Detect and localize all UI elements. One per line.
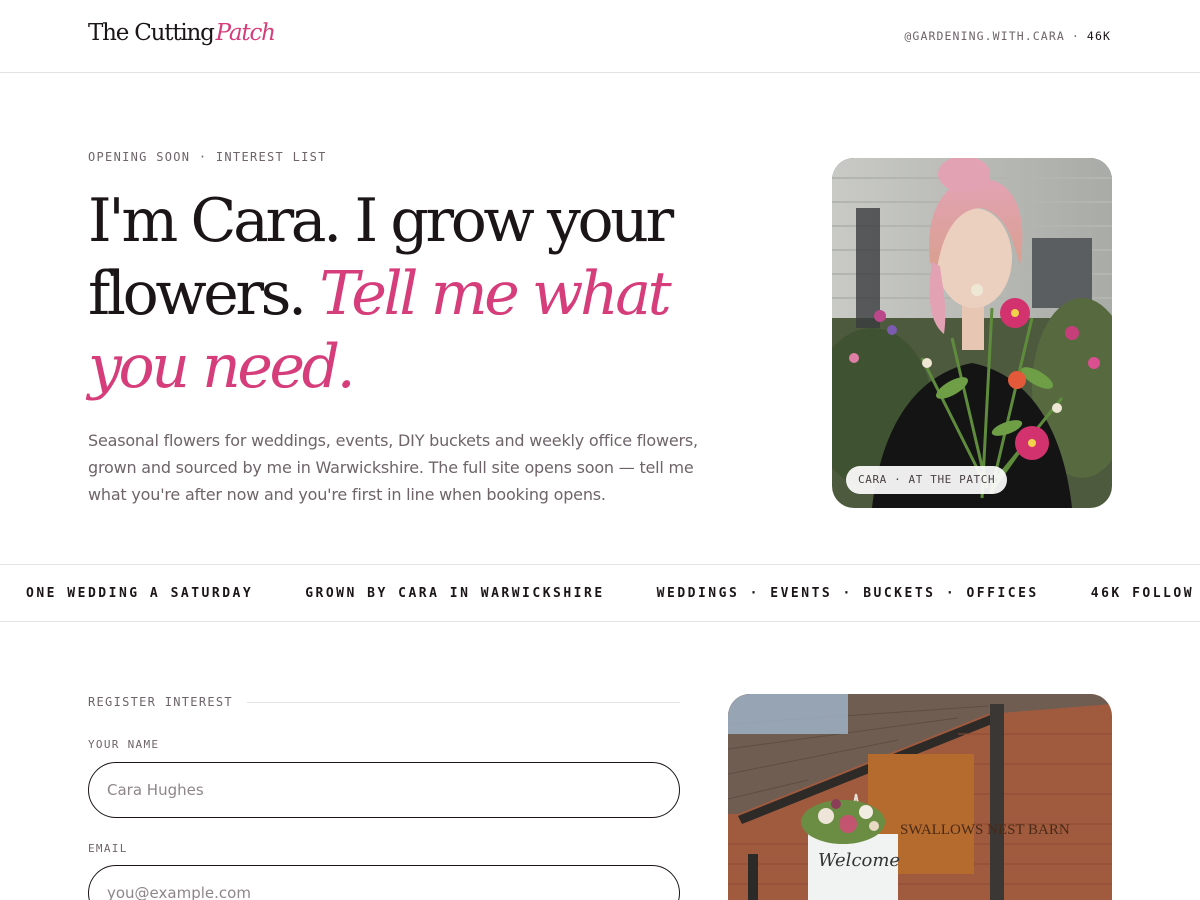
marquee-ticker: ONE WEDDING A SATURDAY GROWN BY CARA IN … (0, 564, 1200, 622)
portrait-illustration (832, 158, 1112, 508)
name-label: YOUR NAME (88, 738, 160, 751)
venue-photo: SWALLOWS NEST BARN Welcome (728, 694, 1112, 900)
logo-text: The Cutting (88, 20, 215, 46)
photo-caption: CARA · AT THE PATCH (846, 466, 1008, 494)
follower-count: 46K (1086, 29, 1111, 43)
site-header: The CuttingPatch @GARDENING.WITH.CARA · 46… (0, 0, 1200, 73)
social-handle[interactable]: @GARDENING.WITH.CARA · 46K (904, 29, 1111, 43)
welcome-sign: Welcome (818, 850, 900, 871)
email-field[interactable] (88, 865, 680, 900)
section-divider (246, 701, 680, 703)
email-label: EMAIL (88, 842, 128, 855)
venue-illustration: SWALLOWS NEST BARN Welcome (728, 694, 1112, 900)
ticker-item: ONE WEDDING A SATURDAY (26, 586, 254, 601)
ticker-item: GROWN BY CARA IN WARWICKSHIRE (305, 586, 605, 601)
ticker-item: WEDDINGS · EVENTS · BUCKETS · OFFICES (656, 586, 1039, 601)
instagram-handle: @GARDENING.WITH.CARA (904, 29, 1065, 43)
hero-lede: Seasonal flowers for weddings, events, D… (88, 431, 698, 504)
site-logo[interactable]: The CuttingPatch (88, 20, 276, 46)
section-label-text: REGISTER INTEREST (88, 695, 233, 709)
logo-accent: Patch (215, 20, 276, 46)
ticker-track: ONE WEDDING A SATURDAY GROWN BY CARA IN … (26, 565, 1200, 621)
cara-portrait-photo: CARA · AT THE PATCH (832, 158, 1112, 508)
handle-separator: · (1071, 29, 1080, 43)
ticker-item: 46K FOLLOW TH (1090, 586, 1200, 601)
hero-headline: I'm Cara. I grow your flowers. Tell me w… (88, 185, 688, 404)
hero-eyebrow: OPENING SOON · INTEREST LIST (88, 150, 327, 164)
name-field[interactable] (88, 762, 680, 818)
barn-name-sign: SWALLOWS NEST BARN (900, 822, 1070, 838)
form-section-label: REGISTER INTEREST (88, 695, 680, 709)
